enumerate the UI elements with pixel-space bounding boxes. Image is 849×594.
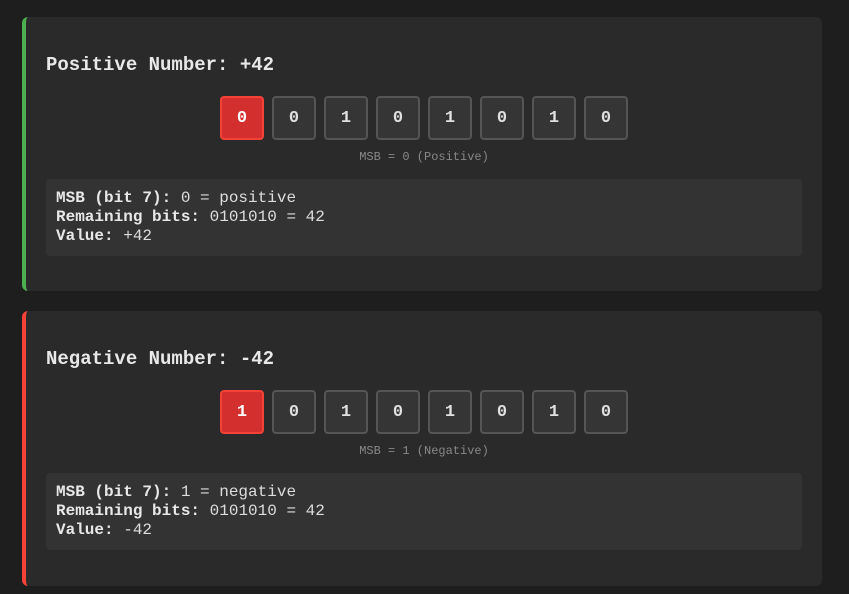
info-box: MSB (bit 7): 1 = negative Remaining bits…	[46, 473, 802, 550]
info-line-remaining: Remaining bits: 0101010 = 42	[56, 208, 792, 227]
bit-2: 0	[480, 390, 524, 434]
info-line-msb: MSB (bit 7): 1 = negative	[56, 483, 792, 502]
bit-2: 0	[480, 96, 524, 140]
info-box: MSB (bit 7): 0 = positive Remaining bits…	[46, 179, 802, 256]
bit-1: 1	[532, 390, 576, 434]
info-label: Value:	[56, 227, 114, 245]
info-label: Remaining bits:	[56, 208, 201, 226]
info-line-value: Value: +42	[56, 227, 792, 246]
bit-0: 0	[584, 96, 628, 140]
bit-0: 0	[584, 390, 628, 434]
info-label: MSB (bit 7):	[56, 483, 172, 501]
info-value: 0101010 = 42	[200, 502, 325, 520]
bit-6: 0	[272, 96, 316, 140]
info-line-value: Value: -42	[56, 521, 792, 540]
info-label: MSB (bit 7):	[56, 189, 172, 207]
info-value: 1 = negative	[171, 483, 297, 501]
msb-caption: MSB = 1 (Negative)	[359, 444, 489, 458]
info-line-msb: MSB (bit 7): 0 = positive	[56, 189, 792, 208]
card-title: Negative Number: -42	[46, 348, 275, 370]
bit-1: 1	[532, 96, 576, 140]
info-line-remaining: Remaining bits: 0101010 = 42	[56, 502, 792, 521]
info-label: Remaining bits:	[56, 502, 201, 520]
bit-4: 0	[376, 390, 420, 434]
bit-row: 0 0 1 0 1 0 1 0	[220, 96, 628, 140]
info-value: 0 = positive	[171, 189, 297, 207]
info-label: Value:	[56, 521, 114, 539]
bit-7-msb: 1	[220, 390, 264, 434]
bit-6: 0	[272, 390, 316, 434]
card-title: Positive Number: +42	[46, 54, 275, 76]
bit-5: 1	[324, 96, 368, 140]
bit-5: 1	[324, 390, 368, 434]
bit-row: 1 0 1 0 1 0 1 0	[220, 390, 628, 434]
info-value: 0101010 = 42	[200, 208, 325, 226]
bit-7-msb: 0	[220, 96, 264, 140]
bit-3: 1	[428, 390, 472, 434]
bit-4: 0	[376, 96, 420, 140]
bit-3: 1	[428, 96, 472, 140]
positive-number-card: Positive Number: +42 0 0 1 0 1 0 1 0 MSB…	[22, 17, 822, 291]
msb-caption: MSB = 0 (Positive)	[359, 150, 489, 164]
info-value: +42	[113, 227, 153, 245]
info-value: -42	[113, 521, 153, 539]
negative-number-card: Negative Number: -42 1 0 1 0 1 0 1 0 MSB…	[22, 311, 822, 586]
